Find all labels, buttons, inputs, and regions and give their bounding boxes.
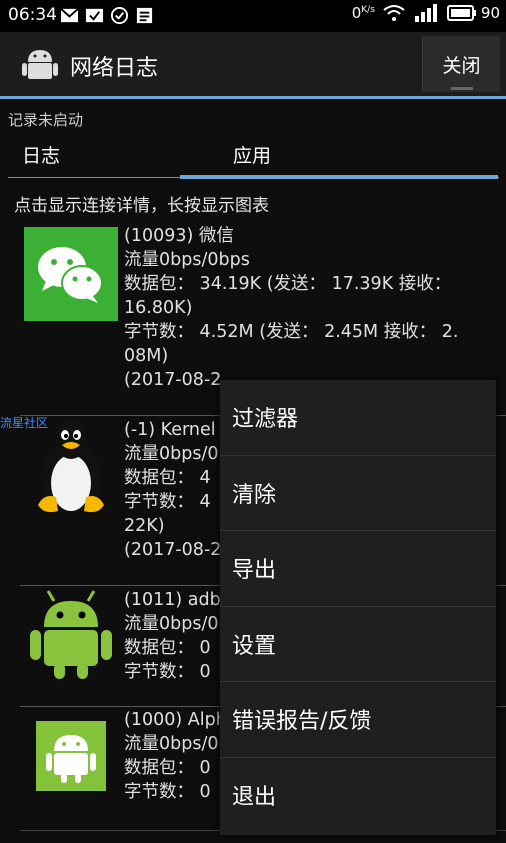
wifi-icon bbox=[383, 5, 405, 21]
menu-item-settings[interactable]: 设置 bbox=[220, 607, 496, 682]
status-bar: 06:34 0K/s 90 bbox=[0, 0, 506, 32]
packet-count: 数据包： 34.19K (发送： 17.39K 接收： bbox=[124, 274, 452, 294]
tab-apps[interactable]: 应用 bbox=[233, 141, 271, 168]
menu-item-export[interactable]: 导出 bbox=[220, 531, 496, 607]
status-right: 0K/s 90 bbox=[352, 4, 500, 22]
tab-bar: 日志 应用 bbox=[0, 135, 506, 179]
app-details: (10093) 微信 流量0bps/0bps 数据包： 34.19K (发送： … bbox=[124, 224, 484, 392]
status-time: 06:34 bbox=[8, 5, 57, 25]
menu-item-filter[interactable]: 过滤器 bbox=[220, 380, 496, 456]
overflow-indicator bbox=[451, 87, 473, 90]
packet-count-cont: 16.80K) bbox=[124, 298, 193, 318]
check-circle-icon bbox=[110, 6, 129, 25]
android-green-box-icon bbox=[36, 721, 106, 791]
android-robot-icon bbox=[30, 590, 112, 679]
battery-indicator: 90 bbox=[446, 4, 500, 22]
overflow-menu: 过滤器 清除 导出 设置 错误报告/反馈 退出 bbox=[220, 380, 496, 835]
byte-count: 字节数： 4.52M (发送： 2.45M 接收： 2. bbox=[124, 322, 459, 342]
wechat-icon bbox=[24, 227, 118, 321]
email-check-icon bbox=[85, 8, 104, 23]
menu-item-bug-report[interactable]: 错误报告/反馈 bbox=[220, 682, 496, 758]
android-app-icon bbox=[22, 50, 58, 79]
tab-selected-indicator bbox=[180, 175, 498, 179]
page-title: 网络日志 bbox=[70, 56, 159, 81]
menu-item-clear[interactable]: 清除 bbox=[220, 456, 496, 531]
tab-log[interactable]: 日志 bbox=[22, 141, 60, 168]
linux-tux-icon bbox=[38, 419, 104, 513]
signal-icon bbox=[414, 4, 437, 22]
menu-item-exit[interactable]: 退出 bbox=[220, 758, 496, 834]
document-icon bbox=[136, 7, 153, 24]
notification-icons bbox=[60, 6, 154, 25]
watermark: 流星社区 bbox=[0, 416, 49, 430]
action-bar: 网络日志 关闭 bbox=[0, 32, 506, 96]
traffic-rate: 流量0bps/0bps bbox=[124, 250, 250, 270]
hint-text: 点击显示连接详情，长按显示图表 bbox=[14, 196, 269, 216]
battery-level: 90 bbox=[480, 4, 500, 22]
byte-count-cont: 08M) bbox=[124, 346, 169, 366]
app-name: (10093) 微信 bbox=[124, 226, 234, 246]
mail-icon bbox=[60, 8, 79, 23]
battery-icon bbox=[446, 5, 476, 21]
close-button-label: 关闭 bbox=[442, 54, 481, 77]
close-button[interactable]: 关闭 bbox=[422, 36, 500, 92]
record-status: 记录未启动 bbox=[8, 111, 84, 129]
network-speed: 0K/s bbox=[351, 4, 375, 22]
